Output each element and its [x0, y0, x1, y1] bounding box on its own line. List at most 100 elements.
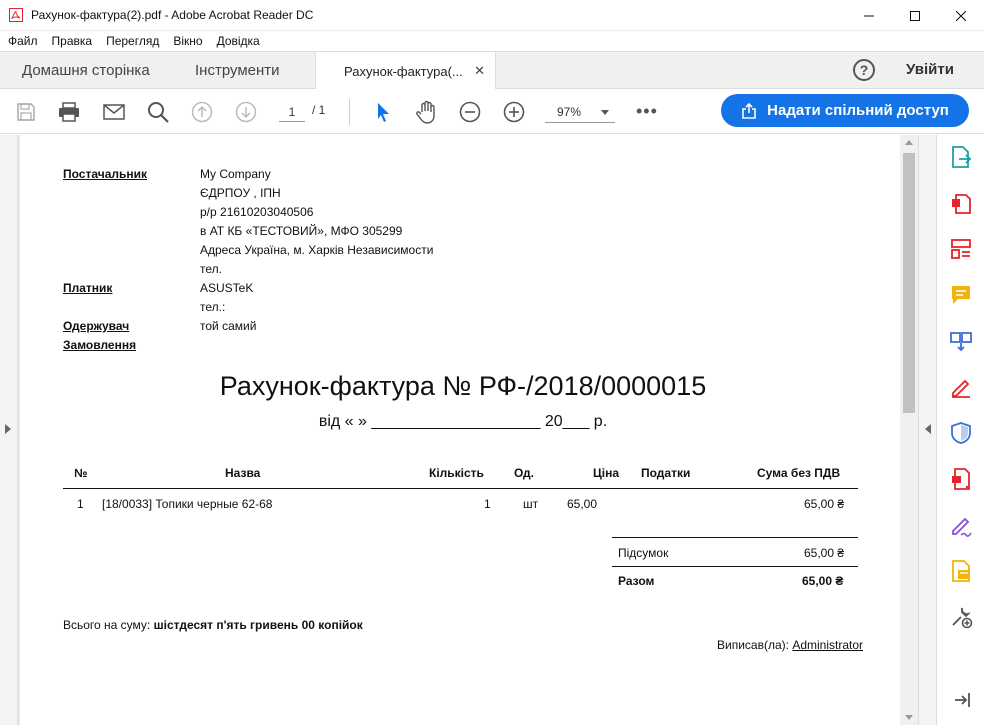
login-button[interactable]: Увійти [906, 61, 954, 78]
menu-view[interactable]: Перегляд [106, 34, 159, 48]
page-total: / 1 [312, 103, 326, 117]
toolbar-divider [349, 99, 350, 125]
cursor-arrow-icon [378, 103, 389, 122]
fill-sign-icon[interactable] [949, 375, 973, 399]
total-divider [612, 566, 858, 567]
row-name: [18/0033] Топики черные 62-68 [102, 497, 273, 511]
supplier-line: р/р 21610203040506 [200, 205, 314, 219]
protect-shield-icon[interactable] [949, 421, 973, 445]
more-tools-button[interactable]: ••• [636, 101, 658, 122]
invoice-title: Рахунок-фактура № РФ-/2018/0000015 [219, 371, 707, 401]
vertical-scrollbar[interactable] [900, 135, 918, 725]
signed-label: Виписав(ла): [717, 638, 793, 652]
maximize-button[interactable] [892, 0, 938, 31]
close-icon [956, 10, 966, 21]
right-panel-toggle[interactable] [918, 135, 936, 725]
save-button[interactable] [13, 99, 39, 125]
arrow-up-circle-icon [191, 101, 213, 123]
menu-edit[interactable]: Правка [52, 34, 93, 48]
supplier-line: ЄДРПОУ , ІПН [200, 186, 281, 200]
prev-page-button[interactable] [189, 99, 215, 125]
tab-tools[interactable]: Інструменти [195, 52, 280, 89]
col-header-price: Ціна [593, 466, 620, 480]
col-header-sum: Сума без ПДВ [757, 466, 841, 480]
supplier-line: My Company [200, 167, 271, 181]
hand-icon [416, 100, 435, 124]
total-words-label: Всього на суму: [63, 618, 154, 632]
next-page-button[interactable] [233, 99, 259, 125]
tab-home[interactable]: Домашня сторінка [22, 52, 150, 89]
window-controls [846, 0, 984, 31]
zoom-value: 97% [557, 105, 582, 119]
search-button[interactable] [145, 99, 171, 125]
rich-media-icon[interactable] [949, 559, 973, 583]
pdf-page: Постачальник My Company ЄДРПОУ , ІПН р/р… [20, 135, 900, 725]
more-tools-wrench-icon[interactable] [949, 605, 973, 629]
table-header-divider [63, 488, 858, 489]
zoom-in-button[interactable] [501, 99, 527, 125]
scrollbar-thumb[interactable] [903, 153, 915, 413]
minimize-button[interactable] [846, 0, 892, 31]
zoom-select[interactable]: 97% [545, 102, 615, 123]
optimize-pdf-icon[interactable] [949, 467, 973, 491]
select-tool-button[interactable] [370, 99, 396, 125]
email-icon [103, 104, 125, 120]
row-num: 1 [77, 497, 84, 511]
subtotal-divider [612, 537, 858, 538]
zoom-out-icon [459, 101, 481, 123]
scroll-up-icon[interactable] [905, 140, 913, 145]
share-button[interactable]: Надати спільний доступ [721, 94, 969, 127]
signed-by: Виписав(ла): Administrator [717, 638, 863, 652]
comment-icon[interactable] [949, 283, 973, 307]
edit-pdf-icon[interactable] [949, 237, 973, 261]
share-button-label: Надати спільний доступ [767, 102, 949, 119]
zoom-out-button[interactable] [457, 99, 483, 125]
title-bar: Рахунок-фактура(2).pdf - Adobe Acrobat R… [0, 0, 984, 31]
print-button[interactable] [56, 99, 82, 125]
zoom-in-icon [503, 101, 525, 123]
hand-tool-button[interactable] [414, 99, 440, 125]
save-icon [17, 103, 35, 121]
col-header-taxes: Податки [641, 466, 691, 480]
scroll-down-icon[interactable] [905, 715, 913, 720]
col-header-unit: Од. [514, 466, 534, 480]
col-header-qty: Кількість [429, 466, 484, 480]
chevron-right-icon [5, 424, 11, 434]
combine-files-icon[interactable] [949, 329, 973, 353]
email-button[interactable] [101, 99, 127, 125]
menu-help[interactable]: Довідка [217, 34, 260, 48]
signed-name: Administrator [792, 638, 863, 652]
supplier-line: в АТ КБ «ТЕСТОВИЙ», МФО 305299 [200, 224, 403, 238]
payer-label: Платник [63, 281, 113, 295]
col-header-num: № [74, 466, 88, 480]
total-label: Разом [618, 574, 655, 588]
invoice-date-line: від « » ___________________ 20___ р. [318, 413, 608, 430]
close-window-button[interactable] [938, 0, 984, 31]
payer-line: тел.: [200, 300, 226, 314]
tab-bar: Домашня сторінка Інструменти Рахунок-фак… [0, 51, 984, 90]
arrow-down-circle-icon [235, 101, 257, 123]
row-price: 65,00 [567, 497, 598, 511]
search-icon [148, 102, 169, 123]
page-number-input[interactable]: 1 [279, 102, 305, 122]
create-pdf-icon[interactable] [949, 191, 973, 215]
row-unit: шт [523, 497, 539, 511]
menu-window[interactable]: Вікно [173, 34, 202, 48]
menu-file[interactable]: Файл [8, 34, 38, 48]
send-for-signature-icon[interactable] [949, 513, 973, 537]
total-in-words: Всього на суму: шістдесят п'ять гривень … [63, 618, 363, 632]
acrobat-app-icon [9, 8, 23, 22]
document-area: Постачальник My Company ЄДРПОУ , ІПН р/р… [0, 135, 984, 725]
tab-document[interactable]: Рахунок-фактура(... ✕ [315, 52, 496, 90]
left-panel-toggle[interactable] [0, 135, 18, 725]
chevron-down-icon [601, 110, 609, 115]
share-icon [742, 102, 756, 119]
tab-close-icon[interactable]: ✕ [474, 63, 485, 79]
receiver-value: той самий [200, 319, 257, 333]
help-button[interactable]: ? [853, 59, 875, 81]
payer-line: ASUSTeK [200, 281, 254, 295]
collapse-pane-icon[interactable] [949, 688, 973, 712]
export-pdf-icon[interactable] [949, 145, 973, 169]
minimize-icon [864, 15, 874, 16]
print-icon [59, 102, 79, 122]
